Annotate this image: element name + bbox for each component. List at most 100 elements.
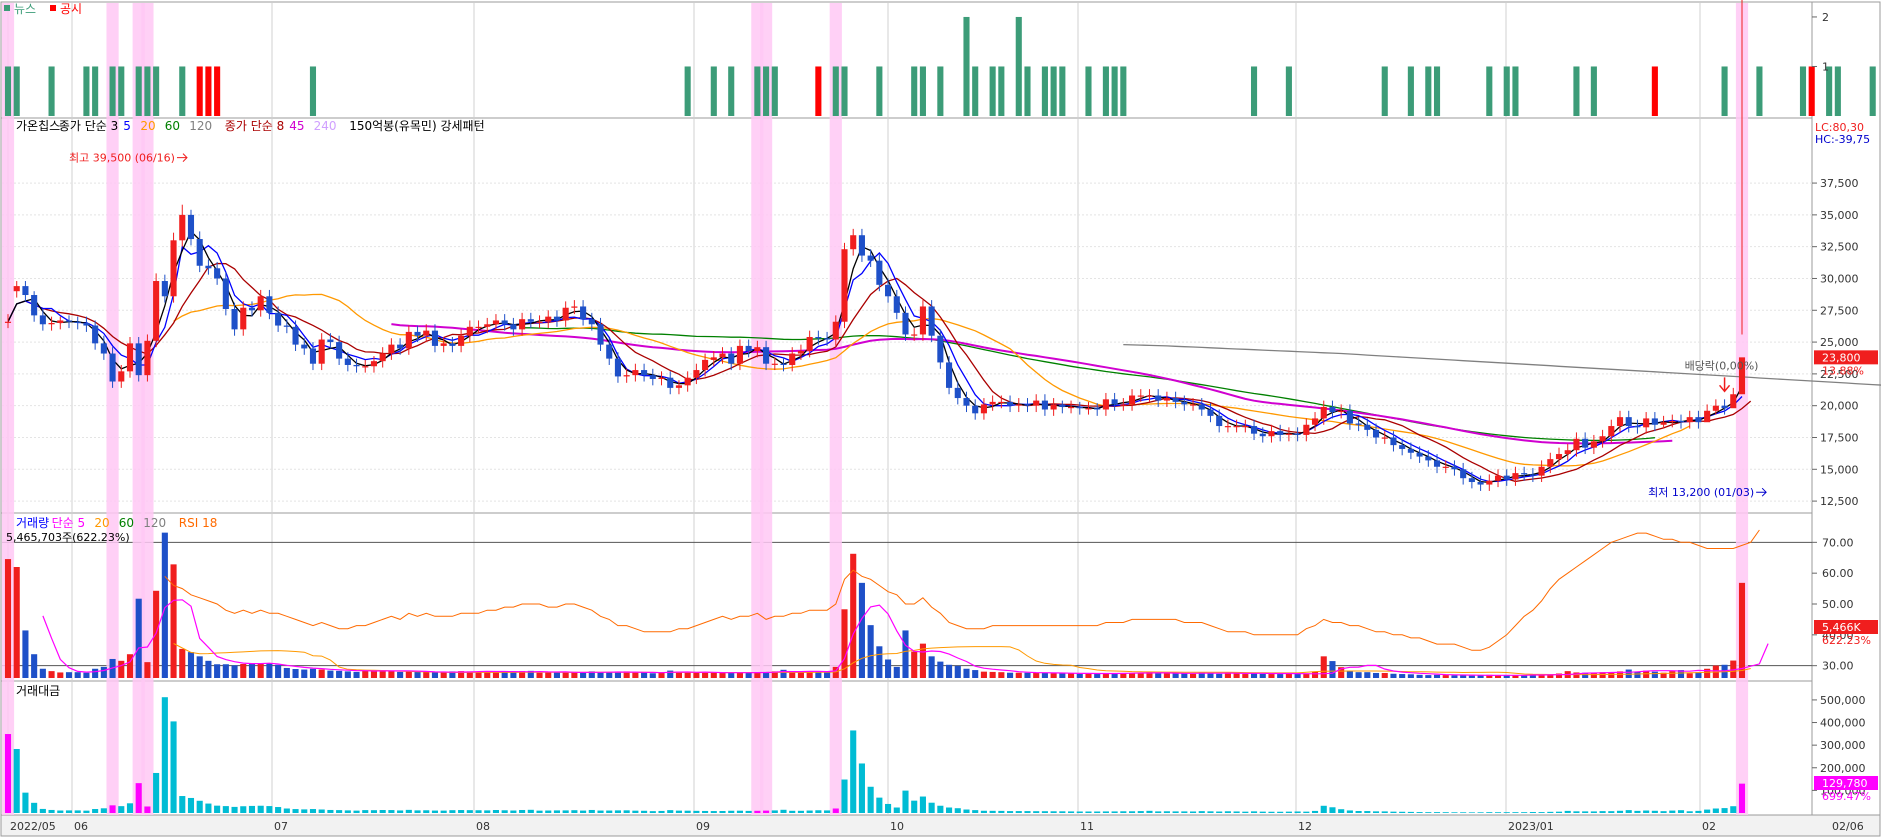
price-legend-1: 종가 단순 3 bbox=[59, 119, 118, 133]
amount-bar bbox=[31, 802, 38, 813]
news-bar bbox=[684, 66, 691, 116]
volume-bar bbox=[353, 671, 360, 678]
candle-body bbox=[1146, 395, 1153, 397]
candle-body bbox=[1216, 415, 1223, 427]
candle-body bbox=[972, 405, 979, 414]
price-legend-9: 150억봉(유목민) 강세패턴 bbox=[349, 119, 484, 133]
amount-bar bbox=[824, 810, 831, 813]
candle-body bbox=[65, 320, 73, 322]
amount-pct-label: 699.47% bbox=[1822, 790, 1871, 803]
amount-bar bbox=[1590, 811, 1597, 813]
amount-bar bbox=[832, 808, 839, 813]
amount-bar bbox=[588, 809, 595, 813]
amount-bar bbox=[536, 810, 543, 813]
candle-body bbox=[214, 268, 221, 279]
volume-bar bbox=[170, 564, 177, 678]
news-bar bbox=[1120, 66, 1127, 116]
candle-body bbox=[1181, 401, 1188, 405]
volume-bar bbox=[1346, 670, 1353, 678]
volume-bar bbox=[719, 672, 726, 678]
volume-bar bbox=[745, 672, 752, 678]
volume-bar bbox=[205, 660, 212, 678]
amount-bar bbox=[1599, 811, 1606, 813]
candle-body bbox=[466, 326, 473, 336]
candle-body bbox=[954, 387, 961, 399]
amount-bar bbox=[1346, 810, 1353, 813]
amount-bar bbox=[74, 810, 81, 813]
disclosure-legend-icon bbox=[50, 5, 56, 11]
x-tick-label: 10 bbox=[890, 820, 904, 833]
candle-body bbox=[519, 319, 526, 330]
amount-bar bbox=[1407, 811, 1414, 813]
disclosure-bar bbox=[196, 66, 203, 116]
amount-bar bbox=[858, 763, 865, 813]
amount-bar bbox=[562, 810, 569, 813]
stock-chart[interactable]: 2022/05 06 07 08 09 10 11 12 2023/01 02 02/0637,50… bbox=[0, 0, 1881, 837]
candle-body bbox=[1129, 395, 1136, 405]
volume-bar bbox=[562, 672, 569, 678]
news-bar bbox=[144, 66, 151, 116]
volume-bar bbox=[135, 598, 142, 678]
candle-body bbox=[100, 343, 107, 354]
amount-bar bbox=[736, 810, 743, 813]
amount-bar bbox=[1669, 810, 1676, 813]
amount-bar bbox=[187, 797, 195, 813]
amount-bar bbox=[1189, 811, 1197, 813]
volume-bar bbox=[641, 672, 648, 678]
volume-pct-label: 622.23% bbox=[1822, 634, 1871, 647]
candle-body bbox=[980, 404, 987, 414]
volume-bar bbox=[658, 672, 665, 678]
amount-bar bbox=[1329, 807, 1336, 813]
volume-bar bbox=[1364, 672, 1371, 678]
amount-bar bbox=[1207, 811, 1214, 813]
amount-bar bbox=[431, 810, 439, 813]
amount-bar bbox=[963, 809, 970, 813]
candle-body bbox=[362, 366, 369, 368]
volume-bar bbox=[1285, 673, 1292, 678]
candle-body bbox=[57, 320, 64, 323]
volume-bar bbox=[283, 667, 290, 678]
candle-body bbox=[946, 362, 953, 388]
price-tick-label: 32,500 bbox=[1820, 241, 1859, 254]
news-bar bbox=[1486, 66, 1493, 116]
amount-bar bbox=[1521, 812, 1528, 813]
amount-bar bbox=[1381, 811, 1388, 813]
news-bar bbox=[1102, 66, 1109, 116]
candle-body bbox=[1433, 460, 1441, 467]
candle-body bbox=[92, 325, 99, 344]
candle-body bbox=[1486, 480, 1493, 485]
volume-bar bbox=[1076, 673, 1083, 678]
amount-bar bbox=[266, 806, 273, 813]
candle-body bbox=[510, 324, 517, 330]
volume-bar bbox=[693, 672, 700, 678]
candle-body bbox=[1381, 437, 1388, 439]
candle-body bbox=[1024, 404, 1031, 406]
candle-body bbox=[1285, 433, 1292, 435]
volume-bar bbox=[257, 663, 264, 678]
candle-body bbox=[1233, 426, 1240, 428]
price-tick-label: 12,500 bbox=[1820, 495, 1859, 508]
amount-bar bbox=[702, 810, 709, 813]
candle-body bbox=[1477, 482, 1484, 485]
news-bar bbox=[118, 66, 125, 116]
news-bar bbox=[1826, 66, 1833, 116]
amount-bar bbox=[1050, 811, 1057, 813]
amount-tick-label: 400,000 bbox=[1820, 717, 1866, 730]
amount-bar bbox=[1582, 811, 1589, 813]
candle-body bbox=[1425, 456, 1432, 461]
amount-bar bbox=[719, 811, 726, 813]
news-bar bbox=[998, 66, 1005, 116]
news-bar bbox=[1407, 66, 1414, 116]
amount-tick-label: 500,000 bbox=[1820, 694, 1866, 707]
amount-bar bbox=[135, 783, 142, 813]
candle-body bbox=[39, 315, 46, 325]
candle-body bbox=[1547, 459, 1554, 467]
amount-bar bbox=[1651, 810, 1658, 813]
volume-info-label: 5,465,703주(622.23%) bbox=[6, 531, 130, 544]
current-amount-label: 129,780 bbox=[1822, 777, 1868, 790]
amount-bar bbox=[885, 803, 892, 813]
candle-body bbox=[1277, 431, 1284, 435]
candle-body bbox=[1372, 429, 1380, 438]
amount-bar bbox=[397, 810, 404, 813]
amount-bar bbox=[100, 808, 107, 813]
